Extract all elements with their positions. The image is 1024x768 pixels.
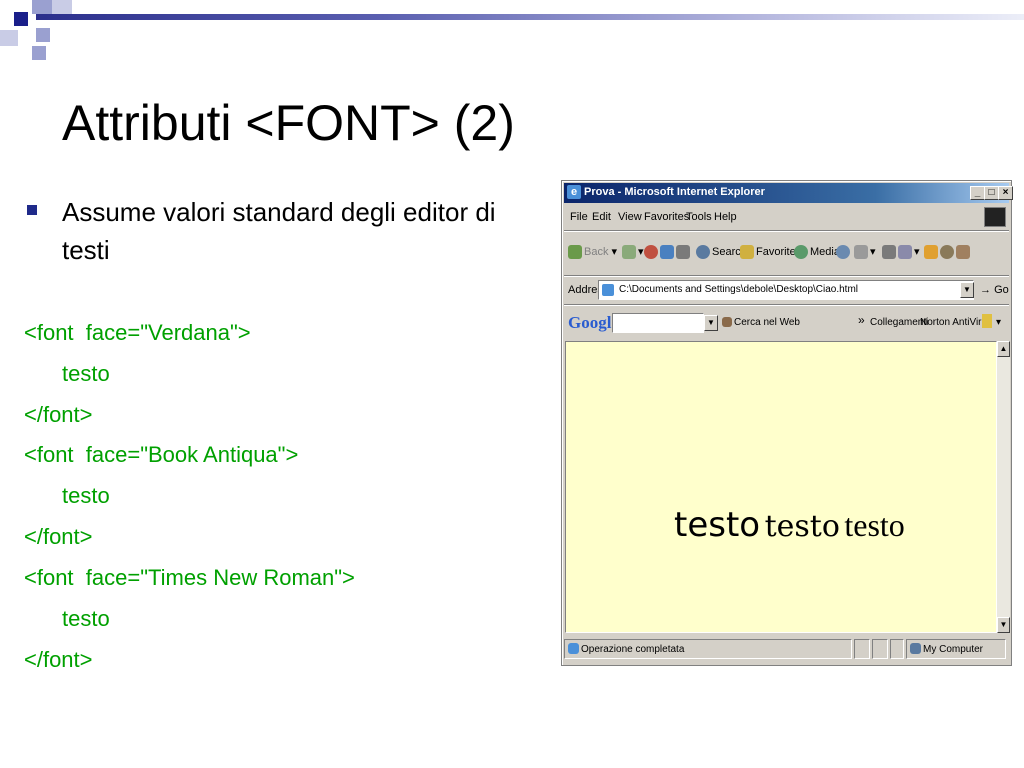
scroll-down-button[interactable]: ▼ — [997, 617, 1010, 633]
stop-button[interactable] — [644, 245, 660, 259]
decorative-header — [0, 0, 1024, 64]
browser-titlebar: e Prova - Microsoft Internet Explorer _ … — [564, 183, 1013, 203]
divider — [564, 304, 1009, 306]
windows-flag-icon — [984, 207, 1006, 227]
home-icon — [676, 245, 690, 259]
google-toolbar: Google▾ ▼ Cerca nel Web » Collegamenti N… — [564, 307, 1009, 339]
scroll-up-button[interactable]: ▲ — [997, 341, 1010, 357]
status-cell — [854, 639, 870, 659]
address-value: C:\Documents and Settings\debole\Desktop… — [619, 284, 859, 295]
status-bar: Operazione completata My Computer — [564, 637, 1009, 663]
page-content: testo testo testo — [565, 341, 997, 633]
home-button[interactable] — [676, 245, 692, 259]
search-web-button[interactable]: Cerca nel Web — [722, 317, 800, 328]
forward-arrow-icon — [622, 245, 636, 260]
favorites-button[interactable]: Favorites — [740, 245, 801, 259]
zone-text: My Computer — [923, 644, 984, 655]
deco-square — [14, 12, 28, 26]
refresh-button[interactable] — [660, 245, 676, 259]
address-bar: Address C:\Documents and Settings\debole… — [564, 277, 1009, 303]
messenger-button[interactable] — [924, 245, 940, 259]
gear-icon — [940, 245, 954, 259]
status-cell — [872, 639, 888, 659]
status-text: Operazione completata — [581, 644, 685, 655]
page-icon — [602, 284, 614, 296]
status-cell — [890, 639, 904, 659]
slide-title: Attributi <FONT> (2) — [62, 95, 515, 151]
stop-icon — [644, 245, 658, 259]
chevron-more-icon[interactable]: » — [858, 313, 865, 327]
norton-icon — [982, 314, 992, 328]
user-button[interactable] — [956, 245, 972, 259]
browser-title: Prova - Microsoft Internet Explorer — [584, 186, 765, 198]
page-done-icon — [568, 643, 579, 654]
zone-cell: My Computer — [906, 639, 1006, 659]
menu-bar: File Edit View Favorites Tools Help — [564, 205, 1009, 229]
sample-times: testo — [844, 507, 905, 543]
edit-icon — [898, 245, 912, 260]
back-arrow-icon — [568, 245, 582, 260]
menu-favorites[interactable]: Favorites — [644, 211, 689, 223]
binoculars-icon — [722, 317, 732, 328]
menu-help[interactable]: Help — [714, 211, 737, 223]
computer-icon — [910, 643, 921, 654]
ie-icon: e — [567, 185, 581, 199]
code-line: <font face="Times New Roman"> — [24, 565, 355, 590]
media-button[interactable]: Media — [794, 245, 840, 259]
mail-button[interactable]: ▾ — [854, 245, 876, 260]
mail-icon — [854, 245, 868, 260]
user-icon — [956, 245, 970, 259]
refresh-icon — [660, 245, 674, 259]
sample-verdana: testo — [674, 505, 761, 545]
deco-square — [0, 30, 18, 46]
menu-edit[interactable]: Edit — [592, 211, 611, 223]
deco-square — [36, 28, 50, 42]
sample-book-antiqua: testo — [764, 509, 840, 544]
menu-view[interactable]: View — [618, 211, 642, 223]
code-line: testo — [62, 361, 110, 386]
minimize-button[interactable]: _ — [970, 186, 985, 200]
code-line: <font face="Verdana"> — [24, 320, 251, 345]
google-search-input[interactable] — [612, 313, 704, 333]
code-line: </font> — [24, 647, 93, 672]
search-icon — [696, 245, 710, 259]
go-button[interactable]: → Go — [980, 284, 1009, 296]
bullet-square-icon — [27, 205, 37, 215]
standard-toolbar: Back ▾ ▾ Search Favorites Media ▾ ▾ — [564, 231, 1009, 275]
print-button[interactable] — [882, 245, 898, 259]
back-button[interactable]: Back ▾ — [568, 245, 617, 260]
rendered-text: testo testo testo — [674, 505, 905, 545]
address-input[interactable]: C:\Documents and Settings\debole\Desktop… — [598, 280, 974, 300]
code-line: <font face="Book Antiqua"> — [24, 442, 299, 467]
history-button[interactable] — [836, 245, 852, 259]
history-icon — [836, 245, 850, 259]
menu-tools[interactable]: Tools — [686, 211, 712, 223]
menu-file[interactable]: File — [570, 211, 588, 223]
deco-square — [32, 0, 52, 14]
bullet-text: Assume valori standard degli editor di t… — [62, 197, 496, 265]
close-button[interactable]: × — [998, 186, 1013, 200]
deco-square — [52, 0, 72, 14]
print-icon — [882, 245, 896, 259]
code-line: testo — [62, 606, 110, 631]
header-gradient-bar — [36, 14, 1024, 20]
favorites-icon — [740, 245, 754, 259]
tool-button[interactable] — [940, 245, 956, 259]
forward-button[interactable]: ▾ — [622, 245, 644, 260]
deco-square — [32, 46, 46, 60]
code-line: testo — [62, 483, 110, 508]
media-icon — [794, 245, 808, 259]
browser-window: e Prova - Microsoft Internet Explorer _ … — [561, 180, 1013, 666]
address-dropdown-button[interactable]: ▼ — [960, 282, 974, 298]
messenger-icon — [924, 245, 938, 259]
google-dropdown-button[interactable]: ▼ — [704, 315, 718, 331]
norton-dropdown-icon[interactable]: ▾ — [996, 317, 1001, 328]
vertical-scrollbar[interactable]: ▲ ▼ — [997, 341, 1010, 633]
code-line: </font> — [24, 524, 93, 549]
code-line: </font> — [24, 402, 93, 427]
maximize-button[interactable]: □ — [984, 186, 999, 200]
status-cell: Operazione completata — [564, 639, 852, 659]
edit-button[interactable]: ▾ — [898, 245, 920, 260]
